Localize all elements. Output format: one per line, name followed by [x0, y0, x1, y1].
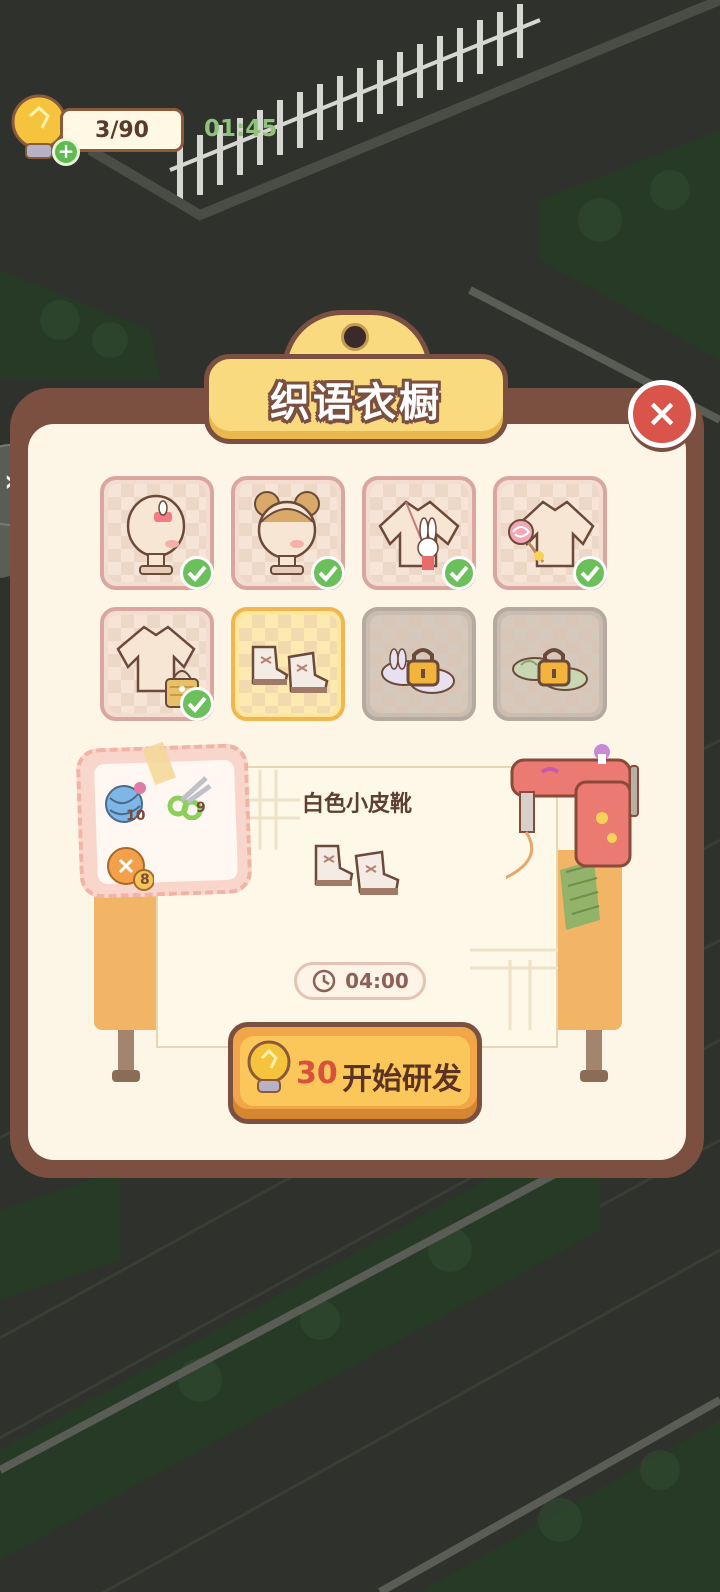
lock-icon — [537, 648, 571, 687]
item-slot-lollipop[interactable] — [493, 476, 607, 590]
white-boots-preview-icon — [314, 844, 400, 895]
owned-check-icon — [311, 556, 345, 590]
duration-text: 04:00 — [345, 969, 409, 993]
item-slot-rabbit-bag[interactable] — [362, 476, 476, 590]
item-slot-white-boots[interactable] — [231, 607, 345, 721]
owned-check-icon — [442, 556, 476, 590]
item-slot-hair-clip[interactable] — [100, 476, 214, 590]
white-boots-icon — [251, 645, 329, 693]
clock-icon — [312, 969, 336, 993]
table-foot — [580, 1070, 608, 1082]
panel-title: 织语衣橱 — [270, 380, 442, 426]
lightbulb-icon — [247, 1040, 291, 1093]
item-slot-bunny-slippers[interactable] — [362, 607, 476, 721]
plaque-hole — [341, 323, 369, 351]
item-slot-basket[interactable] — [100, 607, 214, 721]
energy-timer: 01:45 — [204, 116, 278, 142]
research-duration: 04:00 — [294, 962, 426, 1000]
sewing-machine-icon — [506, 744, 639, 880]
research-cost: 30 — [296, 1056, 338, 1091]
item-slot-bun-hair[interactable] — [231, 476, 345, 590]
item-slot-green-shoes[interactable] — [493, 607, 607, 721]
title-plaque: 织语衣橱 — [204, 354, 508, 444]
lock-icon — [406, 648, 440, 687]
yarn-count: 10 — [126, 808, 146, 824]
scissors-icon — [167, 776, 212, 820]
owned-check-icon — [180, 556, 214, 590]
start-research-label: 开始研发 — [342, 1062, 462, 1097]
add-energy-button[interactable]: + — [52, 138, 80, 166]
item-grid — [100, 476, 608, 724]
owned-check-icon — [180, 687, 214, 721]
table-foot — [112, 1070, 140, 1082]
scissors-count: 9 — [196, 800, 206, 816]
owned-check-icon — [573, 556, 607, 590]
button-count: 8 — [140, 872, 150, 888]
close-button[interactable]: × — [628, 380, 696, 448]
